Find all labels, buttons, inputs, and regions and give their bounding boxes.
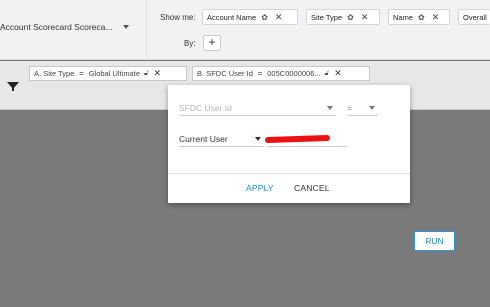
- filter-prefix: A.: [34, 69, 42, 78]
- close-icon[interactable]: ✕: [334, 68, 342, 79]
- divider: [146, 0, 147, 60]
- close-icon[interactable]: ✕: [432, 12, 440, 23]
- unlock-icon[interactable]: 🔓︎: [144, 70, 149, 78]
- close-icon[interactable]: ✕: [361, 12, 369, 23]
- show-me-pill-overall[interactable]: Overall: [458, 9, 490, 25]
- chevron-down-icon[interactable]: [123, 25, 129, 29]
- filter-operator: =: [79, 69, 84, 78]
- pill-label: Site Type: [311, 12, 343, 22]
- field-select[interactable]: SFDC User Id: [179, 100, 336, 116]
- close-icon[interactable]: ✕: [275, 12, 283, 23]
- top-toolbar: Account Scorecard Scoreca... Show me: Ac…: [0, 0, 490, 60]
- value-source-select[interactable]: Current User: [179, 131, 264, 147]
- gear-icon[interactable]: ✿: [347, 13, 354, 22]
- chevron-down-icon: [369, 106, 375, 110]
- filter-chip-sfdc-user-id[interactable]: B. SFDC User Id = 005C0000006... 🔓︎ ✕: [192, 66, 370, 81]
- show-me-pill-account-name[interactable]: Account Name ✿ ✕: [202, 9, 298, 25]
- filter-operator: =: [257, 69, 263, 78]
- unlock-icon[interactable]: 🔓︎: [325, 70, 330, 78]
- filter-field: SFDC User Id: [206, 69, 253, 78]
- filter-value: Global Ultimate: [88, 69, 140, 78]
- operator-value: =: [347, 102, 352, 113]
- filter-edit-dialog: SFDC User Id = Current User APPLY CANCEL: [168, 85, 410, 203]
- pill-label: Name: [393, 12, 414, 22]
- operator-select[interactable]: =: [347, 100, 378, 116]
- apply-button[interactable]: APPLY: [246, 183, 274, 193]
- filter-prefix: B.: [197, 69, 205, 78]
- run-button[interactable]: RUN: [414, 231, 455, 251]
- gear-icon[interactable]: ✿: [418, 13, 425, 22]
- cancel-button[interactable]: CANCEL: [294, 183, 330, 193]
- show-me-pill-name[interactable]: Name ✿ ✕: [388, 9, 450, 25]
- chevron-down-icon: [327, 106, 333, 110]
- filter-field: Site Type: [43, 69, 75, 78]
- show-me-pill-site-type[interactable]: Site Type ✿ ✕: [306, 9, 380, 25]
- add-group-by-button[interactable]: +: [203, 35, 221, 51]
- by-label: By:: [184, 39, 196, 48]
- gear-icon[interactable]: ✿: [261, 13, 268, 22]
- value-source-value: Current User: [179, 133, 228, 144]
- report-title[interactable]: Account Scorecard Scoreca...: [0, 22, 112, 32]
- filter-chip-site-type[interactable]: A. Site Type = Global Ultimate 🔓︎ ✕: [29, 66, 187, 81]
- pill-label: Account Name: [207, 12, 257, 22]
- show-me-label: Show me:: [160, 13, 196, 22]
- filter-icon-stem: [12, 87, 14, 91]
- pill-label: Overall: [463, 12, 487, 22]
- divider: [168, 173, 410, 174]
- filter-value: 005C0000006...: [267, 69, 321, 78]
- close-icon[interactable]: ✕: [154, 68, 162, 79]
- chevron-down-icon: [255, 137, 261, 141]
- field-select-placeholder: SFDC User Id: [179, 102, 232, 113]
